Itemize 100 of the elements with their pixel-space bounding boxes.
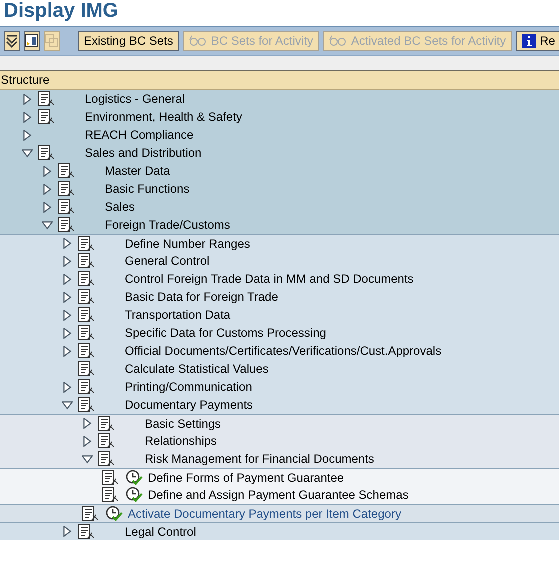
tree-item-label: Sales and Distribution <box>85 146 202 160</box>
collapsed-arrow-icon[interactable] <box>42 166 53 176</box>
tree-item-label: Legal Control <box>125 524 196 538</box>
tree-row[interactable]: Environment, Health & Safety <box>0 108 559 126</box>
clock-check-icon[interactable] <box>125 470 143 486</box>
tree-item-label: Specific Data for Customs Processing <box>125 326 326 340</box>
document-icon <box>78 253 96 269</box>
tree-item-label: Printing/Communication <box>125 380 252 394</box>
collapsed-arrow-icon[interactable] <box>62 328 73 338</box>
collapsed-arrow-icon[interactable] <box>82 418 93 429</box>
collapsed-arrow-icon[interactable] <box>42 202 53 212</box>
tree-row[interactable]: Basic Settings <box>0 414 559 432</box>
tree-item-label: Basic Data for Foreign Trade <box>125 290 278 304</box>
collapsed-arrow-icon[interactable] <box>62 274 73 284</box>
collapsed-arrow-icon[interactable] <box>22 112 33 122</box>
tree-item-label: Control Foreign Trade Data in MM and SD Documents <box>125 272 414 286</box>
column-header: Structure <box>0 71 559 90</box>
expanded-arrow-icon[interactable] <box>82 454 93 464</box>
collapsed-arrow-icon[interactable] <box>62 526 73 537</box>
tree-row[interactable]: Documentary Payments <box>0 396 559 414</box>
tree-item-label: Define and Assign Payment Guarantee Schemas <box>148 488 409 502</box>
tree-row[interactable]: Printing/Communication <box>0 378 559 396</box>
toolbar-button[interactable] <box>24 31 40 51</box>
tree-item-label: Sales <box>105 200 136 214</box>
tree-item-label: Activate Documentary Payments per Item Category <box>128 506 402 520</box>
tree-row[interactable]: General Control <box>0 252 559 270</box>
tree-row[interactable]: REACH Compliance <box>0 126 559 144</box>
document-icon <box>82 506 100 522</box>
glasses-icon <box>329 35 348 47</box>
tree-row[interactable]: Legal Control <box>0 522 559 540</box>
tree-row[interactable]: Activate Documentary Payments per Item Category <box>0 504 559 522</box>
tree-row[interactable]: Logistics - General <box>0 90 559 108</box>
tree-item-label: Basic Functions <box>105 182 190 196</box>
document-icon <box>78 379 96 395</box>
collapsed-arrow-icon[interactable] <box>62 292 73 302</box>
tree-row[interactable]: Define and Assign Payment Guarantee Schemas <box>0 486 559 504</box>
collapsed-arrow-icon[interactable] <box>62 346 73 356</box>
tree-item-label: Basic Settings <box>145 416 222 430</box>
tree-row[interactable]: Master Data <box>0 162 559 180</box>
collapsed-arrow-icon[interactable] <box>82 436 93 446</box>
clock-check-icon[interactable] <box>105 506 123 522</box>
tree-row[interactable]: Relationships <box>0 432 559 450</box>
tree-row[interactable]: Sales and Distribution <box>0 144 559 162</box>
document-icon <box>58 163 76 179</box>
tree-row[interactable]: Calculate Statistical Values <box>0 360 559 378</box>
document-icon <box>102 487 120 503</box>
collapsed-arrow-icon[interactable] <box>22 130 33 140</box>
tree-item-label: REACH Compliance <box>85 128 194 142</box>
tree-row[interactable]: Foreign Trade/Customs <box>0 216 559 234</box>
tree-item-label: Master Data <box>105 164 170 178</box>
expanded-arrow-icon[interactable] <box>22 148 33 158</box>
document-icon <box>25 34 39 48</box>
tree-item-label: Logistics - General <box>85 92 186 106</box>
tree-row[interactable]: Define Number Ranges <box>0 234 559 252</box>
collapsed-arrow-icon[interactable] <box>62 238 73 249</box>
document-icon <box>38 145 56 161</box>
tree-row[interactable]: Transportation Data <box>0 306 559 324</box>
toolbar-button[interactable]: Re <box>516 31 559 51</box>
tree-item-label: Relationships <box>145 434 218 448</box>
tree-row[interactable]: Sales <box>0 198 559 216</box>
document-icon <box>78 307 96 323</box>
expanded-arrow-icon[interactable] <box>62 400 73 410</box>
tree-row[interactable]: Define Forms of Payment Guarantee <box>0 468 559 486</box>
collapsed-arrow-icon[interactable] <box>22 94 33 104</box>
document-icon <box>58 217 76 233</box>
document-icon <box>98 416 116 432</box>
collapsed-arrow-icon[interactable] <box>62 256 73 266</box>
copy-icon <box>45 34 59 48</box>
document-icon <box>78 524 96 540</box>
document-icon <box>102 470 120 486</box>
tree-item-label: Risk Management for Financial Documents <box>145 452 374 466</box>
page-title: Display IMG <box>3 0 120 24</box>
tree-item-label: Documentary Payments <box>125 398 254 412</box>
document-icon <box>58 181 76 197</box>
tree-row[interactable]: Specific Data for Customs Processing <box>0 324 559 342</box>
info-icon <box>522 34 536 48</box>
tree-item-label: Foreign Trade/Customs <box>105 218 230 232</box>
toolbar-button[interactable]: Existing BC Sets <box>78 31 180 51</box>
tree-item-label: Environment, Health & Safety <box>85 110 242 124</box>
document-icon <box>78 236 96 252</box>
toolbar-button[interactable] <box>4 31 20 51</box>
tree-row[interactable]: Basic Functions <box>0 180 559 198</box>
tree-item-label: Official Documents/Certificates/Verifications/Cust.Approvals <box>125 344 442 358</box>
document-icon <box>78 325 96 341</box>
expanded-arrow-icon[interactable] <box>42 220 53 230</box>
collapsed-arrow-icon[interactable] <box>62 382 73 392</box>
tree-item-label: Transportation Data <box>125 308 231 322</box>
tree-item-label: Calculate Statistical Values <box>125 362 269 376</box>
tree-item-label: General Control <box>125 254 210 268</box>
tree-item-label: Define Number Ranges <box>125 236 250 250</box>
collapsed-arrow-icon[interactable] <box>42 184 53 194</box>
tree-row[interactable]: Control Foreign Trade Data in MM and SD Documents <box>0 270 559 288</box>
document-icon <box>98 433 116 449</box>
collapsed-arrow-icon[interactable] <box>62 310 73 320</box>
tree-row[interactable]: Risk Management for Financial Documents <box>0 450 559 468</box>
tree-row[interactable]: Official Documents/Certificates/Verifications/Cust.Approvals <box>0 342 559 360</box>
clock-check-icon[interactable] <box>125 487 143 503</box>
tree-row[interactable]: Basic Data for Foreign Trade <box>0 288 559 306</box>
document-icon <box>38 109 56 125</box>
document-icon <box>78 361 96 377</box>
